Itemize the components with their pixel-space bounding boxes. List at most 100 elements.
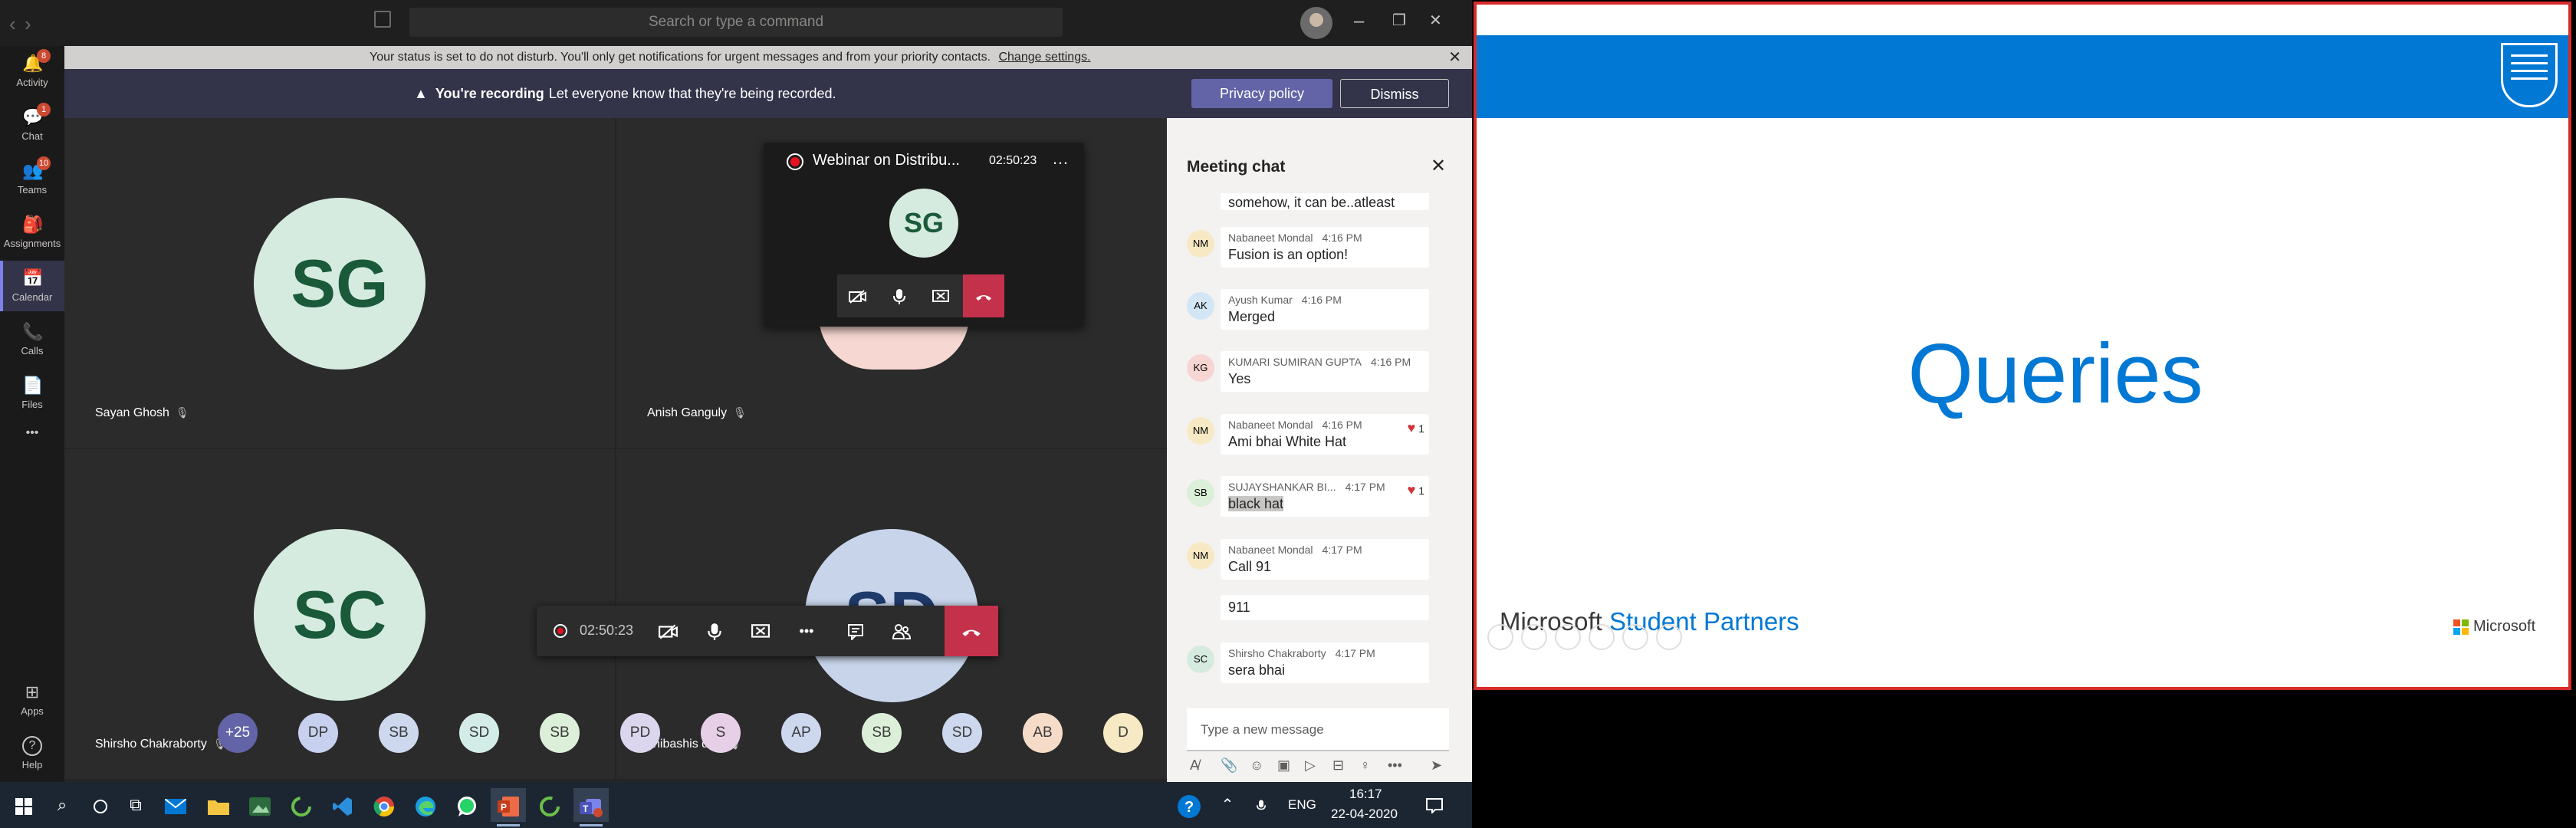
participant-tile[interactable]: SC Shirsho Chakraborty 🎙 bbox=[64, 449, 615, 779]
avatar: SC bbox=[254, 529, 426, 701]
show-participants-icon[interactable] bbox=[879, 606, 925, 656]
hang-up-icon[interactable] bbox=[963, 274, 1004, 317]
share-screen-icon[interactable] bbox=[920, 274, 961, 317]
close-icon[interactable]: ✕ bbox=[1431, 155, 1446, 177]
message-bubble: Shirsho Chakraborty 4:17 PM sera bhai bbox=[1221, 642, 1429, 683]
maximize-icon[interactable]: ❐ bbox=[1392, 11, 1406, 30]
gif-icon[interactable]: ▣ bbox=[1277, 757, 1290, 774]
chrome-icon[interactable] bbox=[366, 788, 402, 822]
participant-avatar[interactable]: SD bbox=[942, 713, 982, 753]
message-time: 4:16 PM bbox=[1322, 419, 1362, 431]
share-screen-icon[interactable] bbox=[738, 606, 784, 656]
rail-item-apps[interactable]: ⊞ Apps bbox=[0, 675, 64, 725]
emoji-icon[interactable]: ☺ bbox=[1250, 757, 1263, 774]
schedule-icon[interactable]: ⊟ bbox=[1332, 757, 1344, 774]
message-meta: Nabaneet Mondal 4:16 PM bbox=[1228, 232, 1421, 244]
language-indicator[interactable]: ENG bbox=[1288, 797, 1316, 813]
sticker-icon[interactable]: ▷ bbox=[1305, 757, 1316, 774]
privacy-policy-button[interactable]: Privacy policy bbox=[1191, 79, 1332, 108]
dismiss-button[interactable]: Dismiss bbox=[1340, 79, 1449, 108]
close-icon[interactable]: ✕ bbox=[1448, 46, 1461, 69]
more-options-icon[interactable] bbox=[1656, 624, 1682, 650]
message-compose-input[interactable]: Type a new message bbox=[1187, 708, 1449, 751]
participant-avatar[interactable]: SB bbox=[379, 713, 419, 753]
clock-date[interactable]: 22-04-2020 bbox=[1331, 807, 1398, 822]
teams-taskbar-icon[interactable]: T bbox=[573, 788, 609, 826]
sync-icon[interactable] bbox=[532, 788, 567, 822]
file-explorer-icon[interactable] bbox=[201, 788, 236, 822]
participant-avatar[interactable]: SB bbox=[862, 713, 902, 753]
hang-up-icon[interactable] bbox=[945, 606, 998, 656]
minimize-icon[interactable]: – bbox=[1354, 11, 1364, 32]
mail-icon[interactable] bbox=[158, 788, 193, 822]
more-participants-button[interactable]: +25 bbox=[218, 713, 258, 753]
next-slide-icon[interactable] bbox=[1521, 624, 1547, 650]
cortana-icon[interactable] bbox=[83, 788, 118, 822]
participant-avatar[interactable]: AP bbox=[781, 713, 821, 753]
clock-time[interactable]: 16:17 bbox=[1349, 787, 1382, 802]
loading-icon[interactable] bbox=[284, 788, 319, 822]
participant-tile[interactable]: SG Sayan Ghosh 🎙 bbox=[64, 118, 615, 448]
rail-item-calendar[interactable]: 📅 Calendar bbox=[0, 261, 64, 311]
participant-avatar[interactable]: SB bbox=[540, 713, 580, 753]
participant-avatar[interactable]: SD bbox=[459, 713, 499, 753]
photos-icon[interactable] bbox=[242, 788, 278, 822]
rail-item-chat[interactable]: 💬 1 Chat bbox=[0, 100, 64, 150]
rail-item-activity[interactable]: 🔔 8 Activity bbox=[0, 46, 64, 97]
pen-icon[interactable] bbox=[1555, 624, 1581, 650]
attach-icon[interactable]: 📎 bbox=[1221, 757, 1237, 774]
more-apps-icon[interactable]: ••• bbox=[0, 426, 64, 477]
forward-arrow-icon[interactable]: › bbox=[25, 12, 31, 36]
profile-avatar[interactable] bbox=[1300, 7, 1332, 39]
close-window-icon[interactable]: ✕ bbox=[1429, 11, 1442, 30]
whatsapp-icon[interactable] bbox=[449, 788, 485, 822]
rail-item-teams[interactable]: 👥 10 Teams bbox=[0, 153, 64, 204]
zoom-icon[interactable] bbox=[1622, 624, 1648, 650]
vscode-icon[interactable] bbox=[325, 788, 360, 822]
camera-off-icon[interactable] bbox=[837, 274, 879, 317]
participant-avatar[interactable]: AB bbox=[1023, 713, 1063, 753]
message-text: somehow, it can be..atleast NLP bbox=[1228, 195, 1395, 210]
participant-avatar[interactable]: S bbox=[701, 713, 741, 753]
help-tray-icon[interactable]: ? bbox=[1171, 788, 1207, 822]
windows-start-icon[interactable] bbox=[6, 788, 41, 822]
rail-item-help[interactable]: ? Help bbox=[0, 728, 64, 779]
send-icon[interactable]: ➤ bbox=[1431, 757, 1442, 774]
back-arrow-icon[interactable]: ‹ bbox=[9, 12, 16, 36]
rail-item-files[interactable]: 📄 Files bbox=[0, 368, 64, 419]
edge-icon[interactable] bbox=[408, 788, 443, 822]
reaction[interactable]: ♥ 1 bbox=[1408, 482, 1424, 498]
sender-name: Nabaneet Mondal bbox=[1228, 232, 1313, 244]
new-chat-icon[interactable] bbox=[374, 11, 391, 28]
participant-avatar[interactable]: PD bbox=[620, 713, 660, 753]
microphone-icon[interactable] bbox=[692, 606, 738, 656]
powerpoint-icon[interactable]: P bbox=[491, 788, 526, 826]
show-conversation-icon[interactable] bbox=[833, 606, 879, 656]
see-all-slides-icon[interactable] bbox=[1589, 624, 1615, 650]
rail-item-calls[interactable]: 📞 Calls bbox=[0, 314, 64, 365]
change-settings-link[interactable]: Change settings. bbox=[998, 51, 1090, 64]
command-search-input[interactable]: Search or type a command bbox=[409, 8, 1063, 37]
show-hidden-icons-icon[interactable]: ⌃ bbox=[1210, 788, 1245, 822]
more-actions-icon[interactable]: ••• bbox=[784, 606, 830, 656]
rail-item-label: Assignments bbox=[3, 238, 61, 249]
task-view-icon[interactable]: ⧉ bbox=[118, 788, 153, 822]
camera-off-icon[interactable] bbox=[646, 606, 692, 656]
action-center-icon[interactable] bbox=[1417, 788, 1452, 822]
microphone-tray-icon[interactable] bbox=[1244, 788, 1279, 822]
previous-slide-icon[interactable] bbox=[1487, 624, 1513, 650]
microphone-icon[interactable] bbox=[879, 274, 920, 317]
message-time: 4:16 PM bbox=[1370, 356, 1411, 368]
message-text: black hat bbox=[1228, 496, 1421, 512]
mini-call-window[interactable]: Webinar on Distribu... 02:50:23 … SG bbox=[764, 143, 1084, 327]
format-icon[interactable]: A̸ bbox=[1190, 757, 1199, 774]
message-meta: Shirsho Chakraborty 4:17 PM bbox=[1228, 647, 1421, 659]
participant-avatar[interactable]: DP bbox=[298, 713, 338, 753]
reaction[interactable]: ♥ 1 bbox=[1408, 420, 1424, 436]
more-options-icon[interactable]: … bbox=[1052, 149, 1069, 169]
more-options-icon[interactable]: ••• bbox=[1388, 757, 1402, 774]
praise-icon[interactable]: ♀ bbox=[1360, 757, 1371, 774]
rail-item-assignments[interactable]: 🎒 Assignments bbox=[0, 207, 64, 258]
search-icon[interactable]: ⌕ bbox=[44, 788, 80, 822]
participant-avatar[interactable]: D bbox=[1103, 713, 1143, 753]
